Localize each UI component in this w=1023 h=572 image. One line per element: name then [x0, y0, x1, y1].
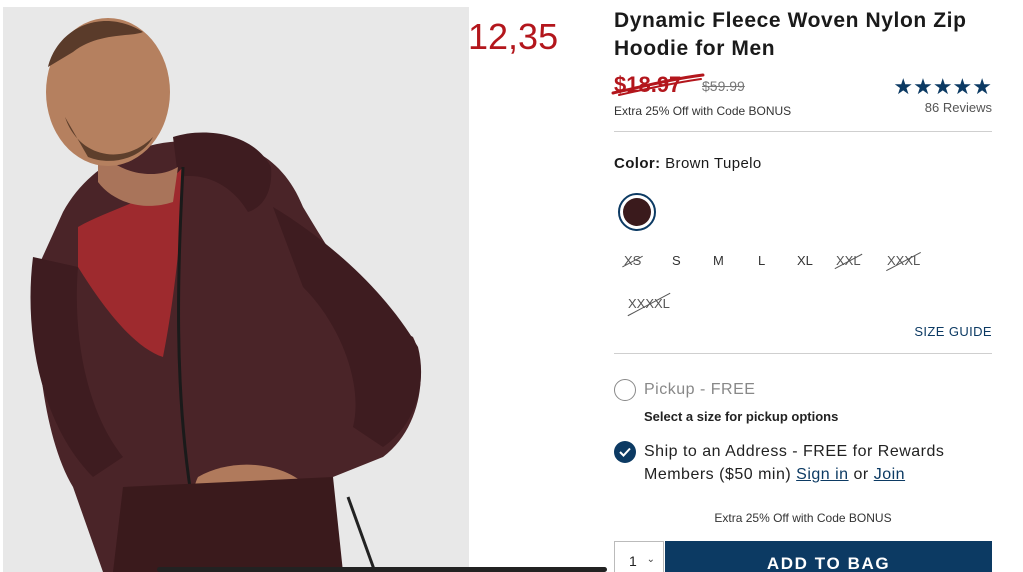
original-price: $59.99: [702, 78, 745, 94]
horizontal-scrollbar[interactable]: [157, 567, 607, 572]
size-label: M: [713, 253, 724, 268]
divider: [614, 131, 992, 132]
color-value: Brown Tupelo: [665, 155, 762, 172]
size-guide-link[interactable]: SIZE GUIDE: [914, 324, 992, 339]
size-option-l[interactable]: L: [758, 251, 765, 271]
color-swatch-brown-tupelo[interactable]: [618, 193, 656, 231]
add-to-bag-button[interactable]: ADD TO BAG: [665, 541, 992, 572]
size-option-xl[interactable]: XL: [797, 251, 813, 271]
overlay-price-value: 12,35: [468, 16, 559, 57]
pickup-note: Select a size for pickup options: [644, 409, 839, 424]
pickup-radio[interactable]: [614, 379, 636, 401]
size-label: L: [758, 253, 766, 268]
or-text: or: [853, 466, 869, 483]
divider: [614, 353, 992, 354]
size-option-xxxxl[interactable]: XXXXL: [627, 292, 671, 317]
size-option-xxl[interactable]: XXL: [834, 251, 863, 271]
quantity-select[interactable]: 1 ⌄: [614, 541, 664, 572]
ship-label: Ship to an Address - FREE for Rewards Me…: [644, 440, 992, 486]
model-photo-illustration: [3, 7, 469, 572]
checkmark-icon: [619, 447, 631, 457]
color-label: Color:: [614, 155, 661, 172]
product-title: Dynamic Fleece Woven Nylon Zip Hoodie fo…: [614, 9, 967, 60]
size-label: S: [672, 253, 681, 268]
reviews-link[interactable]: 86 Reviews: [925, 100, 992, 115]
pickup-label: Pickup - FREE: [644, 381, 756, 398]
size-label: XL: [797, 253, 813, 268]
join-link[interactable]: Join: [874, 466, 905, 483]
chevron-down-icon: ⌄: [646, 554, 655, 565]
product-image[interactable]: [3, 7, 469, 572]
sign-in-link[interactable]: Sign in: [796, 466, 848, 483]
quantity-value: 1: [629, 553, 637, 569]
size-option-xxxl[interactable]: XXXL: [886, 251, 922, 272]
price-block: $18.97 $59.99: [611, 72, 745, 102]
ship-radio-checked-icon[interactable]: [614, 441, 636, 463]
promo-text-bottom: Extra 25% Off with Code BONUS: [714, 511, 892, 525]
swatch-color-fill: [623, 198, 651, 226]
promo-text: Extra 25% Off with Code BONUS: [614, 104, 792, 118]
size-option-s[interactable]: S: [672, 251, 681, 271]
size-option-m[interactable]: M: [713, 251, 724, 271]
size-option-xs[interactable]: XS: [622, 251, 644, 271]
color-selector-label: Color: Brown Tupelo: [614, 155, 762, 172]
sale-price: $18.97: [614, 72, 682, 97]
rating-stars-icon[interactable]: ★★★★★: [893, 76, 992, 98]
product-info-panel: Dynamic Fleece Woven Nylon Zip Hoodie fo…: [611, 0, 992, 572]
